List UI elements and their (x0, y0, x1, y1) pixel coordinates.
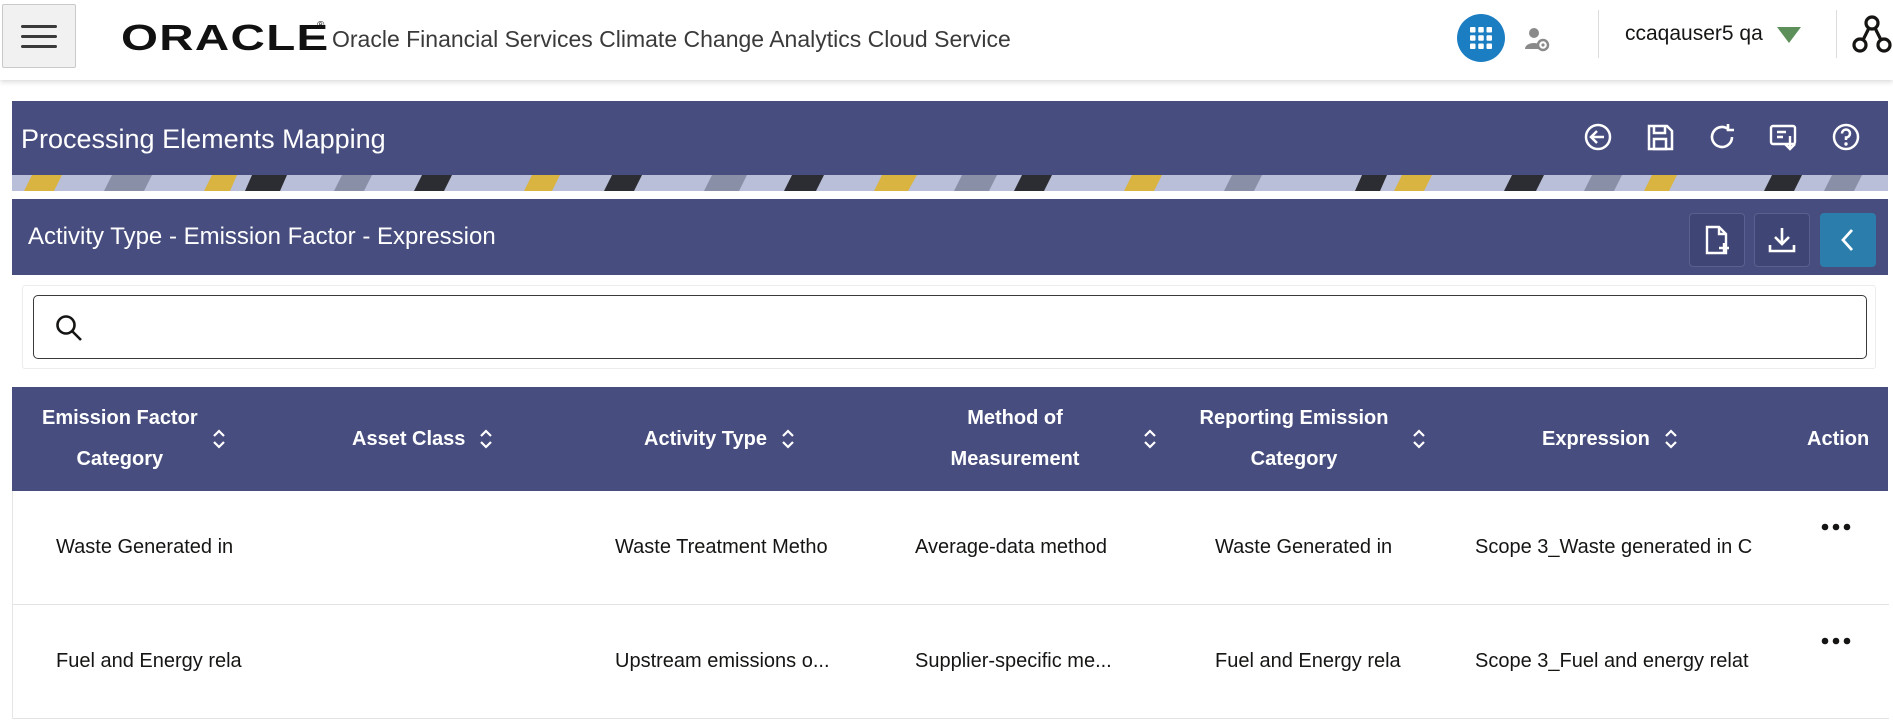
collapse-panel-button[interactable] (1820, 213, 1876, 267)
hamburger-menu-button[interactable] (2, 4, 76, 68)
top-bar: ORACLE ® Oracle Financial Services Clima… (0, 0, 1893, 80)
cell-activity-type: Waste Treatment Metho (615, 536, 828, 558)
cell-asset-class (353, 491, 553, 604)
export-button[interactable] (1766, 119, 1802, 155)
oracle-logo-mark: ® (317, 20, 325, 31)
user-settings-icon[interactable] (1522, 24, 1552, 54)
sort-icon[interactable] (1143, 428, 1157, 450)
download-icon (1768, 228, 1796, 253)
hamburger-icon (21, 24, 57, 28)
add-document-button[interactable] (1689, 213, 1745, 267)
cell-reporting-emission-category: Fuel and Energy rela (1215, 650, 1401, 672)
table-row[interactable]: Fuel and Energy rela Upstream emissions … (13, 605, 1889, 719)
apps-grid-button[interactable] (1457, 14, 1505, 62)
cell-reporting-emission-category: Waste Generated in (1215, 536, 1393, 558)
cell-asset-class (353, 605, 553, 718)
search-input[interactable] (96, 306, 1850, 350)
sort-icon[interactable] (1412, 428, 1426, 450)
header-divider (1598, 10, 1599, 58)
page-header: Processing Elements Mapping (12, 101, 1888, 191)
help-button[interactable] (1828, 119, 1864, 155)
cell-emission-factor-category: Waste Generated in (56, 536, 234, 558)
panel-title: Activity Type - Emission Factor - Expres… (28, 223, 496, 250)
collapse-icon (1841, 229, 1854, 251)
search-container (22, 285, 1876, 369)
cell-method-of-measurement: Supplier-specific me... (915, 650, 1112, 672)
header-divider (1836, 10, 1837, 58)
back-button[interactable] (1580, 119, 1616, 155)
save-button[interactable] (1642, 119, 1678, 155)
search-icon (56, 315, 82, 341)
table-row[interactable]: Waste Generated in Waste Treatment Metho… (13, 491, 1889, 605)
table-body: Waste Generated in Waste Treatment Metho… (12, 491, 1889, 719)
cell-expression: Scope 3_Fuel and energy relat (1475, 650, 1749, 672)
page-title: Processing Elements Mapping (21, 124, 386, 154)
product-title: Oracle Financial Services Climate Change… (332, 26, 1011, 52)
save-icon (1647, 124, 1674, 151)
search-box (33, 295, 1867, 359)
column-header-emission-factor-category[interactable]: Emission Factor Category (42, 387, 226, 491)
help-icon (1832, 123, 1860, 151)
sort-icon[interactable] (212, 428, 226, 450)
cell-expression: Scope 3_Waste generated in C (1475, 536, 1753, 558)
hierarchy-icon[interactable] (1852, 14, 1892, 54)
column-header-activity-type[interactable]: Activity Type (644, 387, 795, 491)
table-header: Emission Factor Category Asset Class Acti… (12, 387, 1888, 491)
sort-icon[interactable] (781, 428, 795, 450)
column-header-method-of-measurement[interactable]: Method of Measurement (915, 387, 1157, 491)
cell-activity-type: Upstream emissions o... (615, 650, 830, 672)
new-document-icon (1705, 225, 1729, 255)
caret-down-icon[interactable] (1776, 26, 1802, 44)
decorative-pattern (12, 175, 1888, 191)
refresh-icon (1710, 124, 1734, 149)
user-name[interactable]: ccaqauser5 qa (1625, 22, 1763, 46)
page-actions (1580, 119, 1864, 155)
refresh-button[interactable] (1704, 119, 1740, 155)
more-actions-icon[interactable] (1820, 635, 1852, 647)
cell-emission-factor-category: Fuel and Energy rela (56, 650, 242, 672)
column-header-expression[interactable]: Expression (1542, 387, 1678, 491)
column-header-action: Action (1807, 427, 1870, 450)
column-header-asset-class[interactable]: Asset Class (352, 387, 493, 491)
sort-icon[interactable] (1664, 428, 1678, 450)
export-icon (1769, 124, 1797, 151)
download-button[interactable] (1754, 213, 1810, 267)
column-header-reporting-emission-category[interactable]: Reporting Emission Category (1194, 387, 1426, 491)
more-actions-icon[interactable] (1820, 521, 1852, 533)
panel-header: Activity Type - Emission Factor - Expres… (12, 199, 1888, 275)
apps-grid-icon (1470, 27, 1492, 49)
oracle-logo: ORACLE (121, 17, 330, 58)
sort-icon[interactable] (479, 428, 493, 450)
back-icon (1584, 123, 1612, 151)
cell-method-of-measurement: Average-data method (915, 536, 1107, 558)
